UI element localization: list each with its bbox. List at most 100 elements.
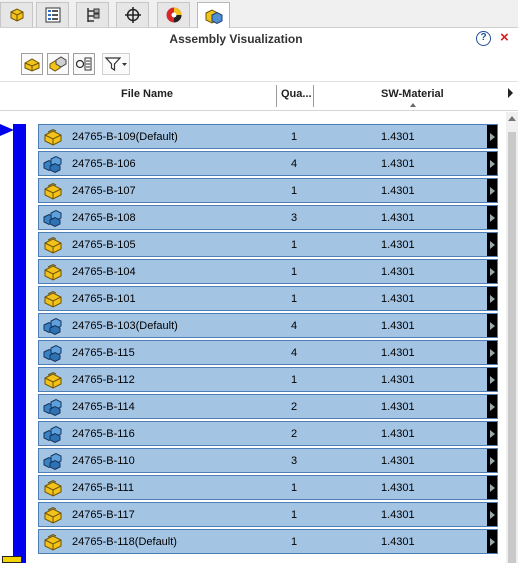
- row-quantity: 2: [291, 401, 298, 413]
- table-row[interactable]: 24765-B-103(Default) 4 1.4301: [38, 313, 498, 338]
- row-material: 1.4301: [381, 455, 415, 467]
- configuration-manager-icon: [86, 8, 99, 22]
- table-row[interactable]: 24765-B-116 2 1.4301: [38, 421, 498, 446]
- tab-dimxpert-manager[interactable]: [116, 2, 149, 27]
- column-quantity[interactable]: Qua...: [281, 88, 312, 100]
- list-icon: [75, 57, 92, 71]
- row-material: 1.4301: [381, 266, 415, 278]
- row-quantity: 1: [291, 266, 298, 278]
- column-divider[interactable]: [313, 85, 314, 107]
- row-material: 1.4301: [381, 185, 415, 197]
- row-material: 1.4301: [381, 293, 415, 305]
- row-material: 1.4301: [381, 212, 415, 224]
- part-icon: [42, 370, 64, 390]
- row-expand-icon[interactable]: [487, 179, 497, 202]
- row-material: 1.4301: [381, 131, 415, 143]
- scrollbar-thumb[interactable]: [508, 132, 516, 563]
- row-material: 1.4301: [381, 347, 415, 359]
- tab-display-manager[interactable]: [157, 2, 190, 27]
- part-icon: [42, 478, 64, 498]
- slider-marker-bottom[interactable]: [2, 556, 22, 563]
- assembly-icon: [42, 397, 64, 417]
- row-file-name: 24765-B-111: [72, 482, 134, 494]
- scroll-up-icon[interactable]: [508, 116, 516, 121]
- table-row[interactable]: 24765-B-107 1 1.4301: [38, 178, 498, 203]
- table-row[interactable]: 24765-B-114 2 1.4301: [38, 394, 498, 419]
- part-icon: [24, 58, 40, 72]
- visualization-indicator-bar[interactable]: [13, 124, 26, 563]
- row-file-name: 24765-B-105: [72, 239, 136, 251]
- tab-property-manager[interactable]: [36, 2, 69, 27]
- help-icon[interactable]: ?: [476, 31, 491, 46]
- row-file-name: 24765-B-108: [72, 212, 136, 224]
- row-expand-icon[interactable]: [487, 503, 497, 526]
- table-row[interactable]: 24765-B-118(Default) 1 1.4301: [38, 529, 498, 554]
- row-file-name: 24765-B-101: [72, 293, 136, 305]
- column-divider[interactable]: [276, 85, 277, 107]
- row-expand-icon[interactable]: [487, 206, 497, 229]
- row-quantity: 1: [291, 131, 298, 143]
- row-quantity: 1: [291, 509, 298, 521]
- row-quantity: 4: [291, 320, 298, 332]
- part-icon: [42, 532, 64, 552]
- table-row[interactable]: 24765-B-101 1 1.4301: [38, 286, 498, 311]
- table-row[interactable]: 24765-B-115 4 1.4301: [38, 340, 498, 365]
- row-file-name: 24765-B-116: [72, 428, 135, 440]
- row-file-name: 24765-B-107: [72, 185, 136, 197]
- row-quantity: 1: [291, 239, 298, 251]
- column-file-name[interactable]: File Name: [121, 88, 173, 100]
- filter-button[interactable]: [102, 53, 130, 75]
- table-row[interactable]: 24765-B-111 1 1.4301: [38, 475, 498, 500]
- slider-marker-top[interactable]: [0, 124, 14, 136]
- row-expand-icon[interactable]: [487, 341, 497, 364]
- group-parts-button[interactable]: [47, 53, 69, 75]
- list-view-button[interactable]: [73, 53, 95, 75]
- row-quantity: 2: [291, 428, 298, 440]
- table-row[interactable]: 24765-B-117 1 1.4301: [38, 502, 498, 527]
- row-expand-icon[interactable]: [487, 314, 497, 337]
- close-icon[interactable]: ×: [500, 29, 509, 46]
- row-expand-icon[interactable]: [487, 260, 497, 283]
- display-manager-icon: [166, 7, 181, 23]
- row-expand-icon[interactable]: [487, 530, 497, 553]
- show-parts-button[interactable]: [21, 53, 43, 75]
- row-expand-icon[interactable]: [487, 449, 497, 472]
- part-icon: [42, 505, 64, 525]
- assembly-icon: [42, 208, 64, 228]
- assembly-icon: [42, 316, 64, 336]
- part-icon: [42, 289, 64, 309]
- row-material: 1.4301: [381, 428, 415, 440]
- tab-assembly-visualization[interactable]: [197, 2, 230, 29]
- row-expand-icon[interactable]: [487, 476, 497, 499]
- row-file-name: 24765-B-104: [72, 266, 136, 278]
- row-quantity: 3: [291, 455, 298, 467]
- row-expand-icon[interactable]: [487, 233, 497, 256]
- row-expand-icon[interactable]: [487, 395, 497, 418]
- table-row[interactable]: 24765-B-105 1 1.4301: [38, 232, 498, 257]
- row-quantity: 1: [291, 374, 298, 386]
- column-sw-material[interactable]: SW-Material: [381, 88, 444, 100]
- row-expand-icon[interactable]: [487, 125, 497, 148]
- panel-title: Assembly Visualization: [169, 32, 303, 46]
- row-expand-icon[interactable]: [487, 152, 497, 175]
- row-expand-icon[interactable]: [487, 287, 497, 310]
- table-row[interactable]: 24765-B-106 4 1.4301: [38, 151, 498, 176]
- table-row[interactable]: 24765-B-108 3 1.4301: [38, 205, 498, 230]
- more-columns-icon[interactable]: [508, 88, 513, 98]
- table-row[interactable]: 24765-B-112 1 1.4301: [38, 367, 498, 392]
- tab-configuration-manager[interactable]: [76, 2, 109, 27]
- row-material: 1.4301: [381, 239, 415, 251]
- part-icon: [42, 235, 64, 255]
- tab-feature-manager[interactable]: [0, 2, 33, 27]
- assembly-icon: [42, 451, 64, 471]
- row-quantity: 1: [291, 536, 298, 548]
- table-row[interactable]: 24765-B-109(Default) 1 1.4301: [38, 124, 498, 149]
- property-manager-icon: [45, 7, 60, 23]
- table-row[interactable]: 24765-B-110 3 1.4301: [38, 448, 498, 473]
- row-material: 1.4301: [381, 320, 415, 332]
- row-expand-icon[interactable]: [487, 422, 497, 445]
- row-material: 1.4301: [381, 401, 415, 413]
- assembly-icon: [42, 343, 64, 363]
- row-expand-icon[interactable]: [487, 368, 497, 391]
- table-row[interactable]: 24765-B-104 1 1.4301: [38, 259, 498, 284]
